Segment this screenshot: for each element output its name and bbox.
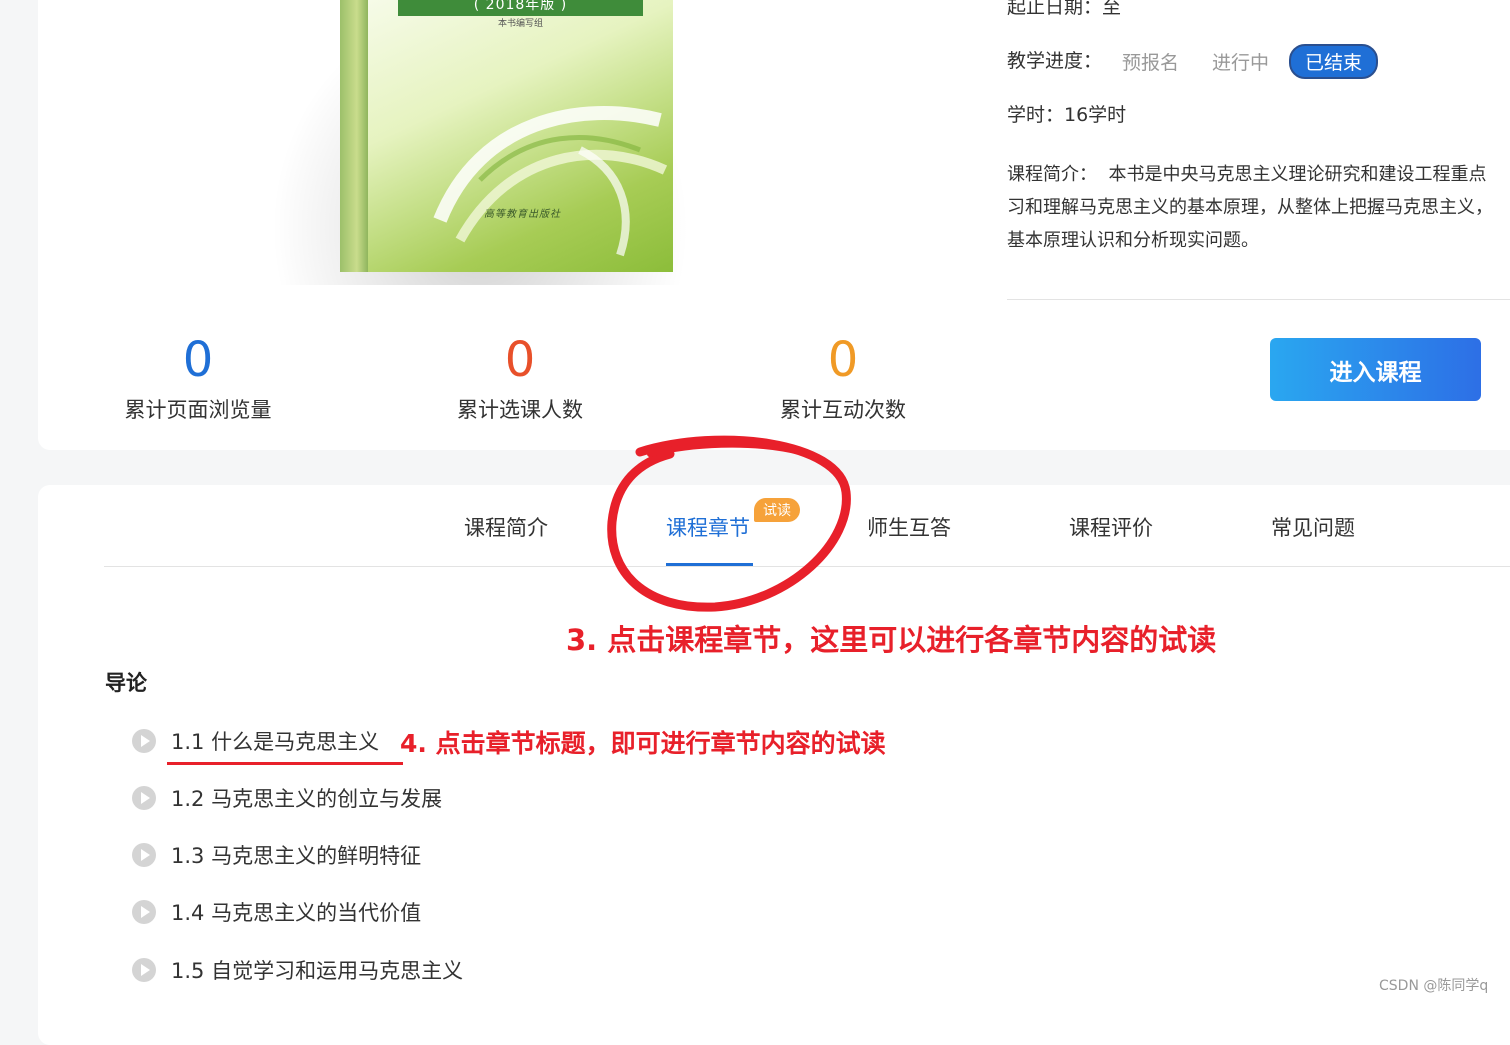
- book-edition-text: ( 2018年版 ): [473, 0, 568, 13]
- annotation-circle: [607, 435, 851, 612]
- stat-enrollments-label: 累计选课人数: [457, 398, 583, 422]
- description-line: 本书是中央马克思主义理论研究和建设工程重点: [1108, 164, 1487, 185]
- chapter-title[interactable]: 1.4 马克思主义的当代价值: [171, 897, 421, 927]
- chapter-title[interactable]: 1.5 自觉学习和运用马克思主义: [171, 955, 463, 985]
- course-hours: 学时：16学时: [1007, 104, 1127, 126]
- date-range: 起止日期：至: [1007, 0, 1122, 18]
- play-icon: [132, 729, 156, 753]
- progress-option-ended: 已结束: [1289, 44, 1379, 79]
- tab-faq[interactable]: 常见问题: [1271, 512, 1355, 542]
- book-cover-spine: [340, 0, 369, 272]
- description-line: 基本原理认识和分析现实问题。: [1007, 230, 1259, 251]
- annotation-step4: 4. 点击章节标题，即可进行章节内容的试读: [400, 729, 886, 758]
- annotation-underline: [167, 762, 403, 765]
- course-description: 课程简介： 本书是中央马克思主义理论研究和建设工程重点 习和理解马克思主义的基本…: [1007, 158, 1510, 257]
- annotation-step3: 3. 点击课程章节，这里可以进行各章节内容的试读: [566, 623, 1217, 657]
- play-icon: [132, 786, 156, 810]
- book-subtitle: 本书编写组: [497, 19, 543, 29]
- play-icon: [132, 843, 156, 867]
- description-label: 课程简介：: [1007, 164, 1097, 185]
- chapter-item[interactable]: 1.4 马克思主义的当代价值: [132, 892, 421, 932]
- progress-label: 教学进度：: [1007, 50, 1103, 72]
- stat-page-views-value: 0: [182, 332, 214, 388]
- tab-course-intro[interactable]: 课程简介: [464, 512, 548, 542]
- stat-enrollments-value: 0: [504, 332, 536, 388]
- watermark: CSDN @陈同学q: [1379, 978, 1489, 994]
- book-publisher: 高等教育出版社: [484, 209, 561, 220]
- enter-course-button[interactable]: 进入课程: [1270, 338, 1481, 401]
- chapter-item[interactable]: 1.2 马克思主义的创立与发展: [132, 778, 442, 818]
- chapter-item[interactable]: 1.1 什么是马克思主义: [132, 721, 379, 761]
- play-icon: [132, 900, 156, 924]
- chapter-item[interactable]: 1.5 自觉学习和运用马克思主义: [132, 950, 463, 990]
- progress-option-ongoing: 进行中: [1212, 52, 1270, 74]
- progress-option-prereg: 预报名: [1122, 52, 1180, 74]
- tab-qa[interactable]: 师生互答: [867, 512, 951, 542]
- chapter-title[interactable]: 1.2 马克思主义的创立与发展: [171, 783, 442, 813]
- stat-page-views-label: 累计页面浏览量: [124, 398, 272, 422]
- tab-reviews[interactable]: 课程评价: [1069, 512, 1153, 542]
- chapter-title[interactable]: 1.3 马克思主义的鲜明特征: [171, 840, 421, 870]
- book-cover-swirl: [433, 106, 668, 257]
- chapter-title[interactable]: 1.1 什么是马克思主义: [171, 726, 379, 756]
- stat-interactions-value: 0: [827, 332, 859, 388]
- description-line: 习和理解马克思主义的基本原理，从整体上把握马克思主义，: [1007, 197, 1493, 218]
- chapter-item[interactable]: 1.3 马克思主义的鲜明特征: [132, 835, 421, 875]
- info-divider: [1007, 299, 1510, 300]
- stat-interactions-label: 累计互动次数: [780, 398, 906, 422]
- play-icon: [132, 958, 156, 982]
- section-title: 导论: [105, 671, 147, 695]
